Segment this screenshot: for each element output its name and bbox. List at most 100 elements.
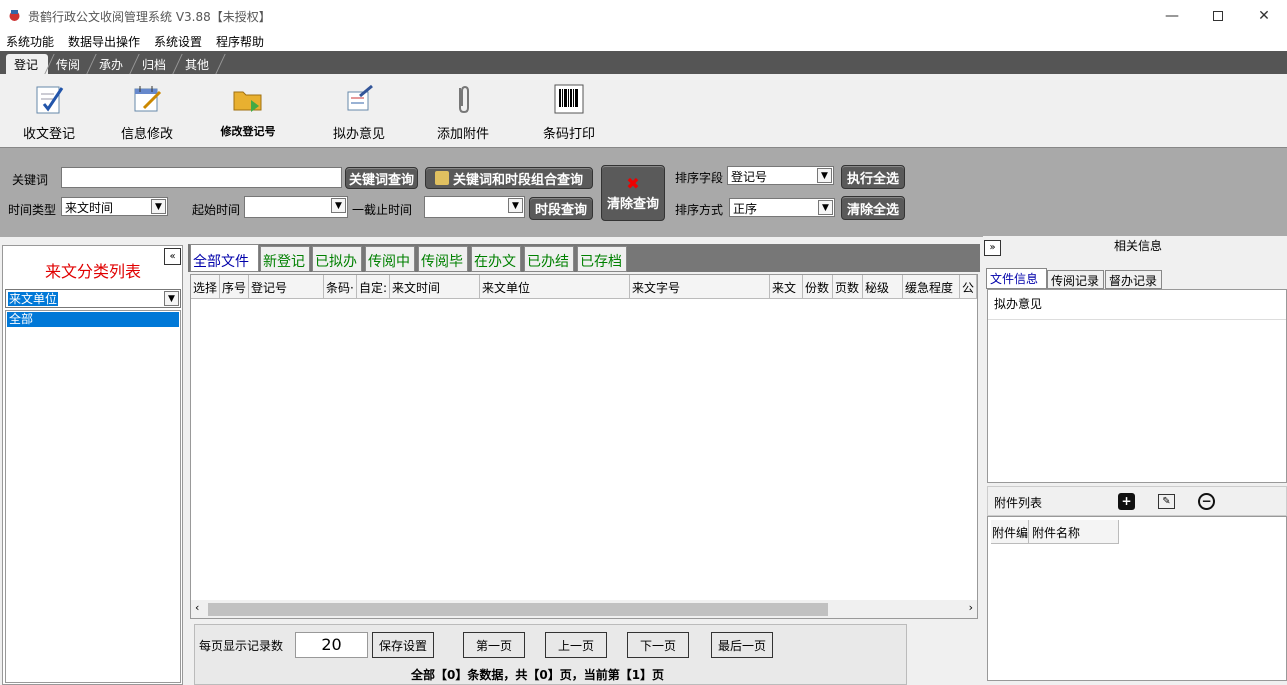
modify-register-no-button[interactable]: 修改登记号: [214, 82, 282, 139]
tab-handle[interactable]: 承办: [91, 54, 133, 74]
col-urgency[interactable]: 缓急程度: [903, 275, 960, 299]
time-type-label: 时间类型: [8, 203, 57, 217]
tab-circulation-record[interactable]: 传阅记录: [1047, 270, 1104, 289]
category-panel: 来文分类列表 « 来文单位 ▼ 全部: [2, 245, 183, 685]
page-status: 全部【0】条数据，共【0】页，当前第【1】页: [411, 668, 665, 682]
col-sender[interactable]: 来文单位: [480, 275, 630, 299]
horizontal-scrollbar[interactable]: ‹ ›: [191, 600, 977, 618]
combo-search-button[interactable]: 关键词和时段组合查询: [425, 167, 593, 189]
related-info-title: 相关信息: [1114, 239, 1163, 253]
edit-icon[interactable]: ✎: [1158, 494, 1175, 509]
scroll-right-icon[interactable]: ›: [969, 601, 973, 614]
col-receive[interactable]: 来文: [770, 275, 803, 299]
next-page-button[interactable]: 下一页: [627, 632, 689, 658]
per-page-label: 每页显示记录数: [199, 639, 284, 653]
receive-register-button[interactable]: 收文登记: [18, 82, 80, 142]
col-pages[interactable]: 页数: [833, 275, 863, 299]
calendar-edit-icon: [134, 86, 162, 112]
col-doc-no[interactable]: 来文字号: [630, 275, 770, 299]
tab-drafted[interactable]: 已拟办: [312, 246, 362, 272]
col-register-no[interactable]: 登记号: [249, 275, 324, 299]
tab-circulate[interactable]: 传阅: [48, 54, 90, 74]
menu-export[interactable]: 数据导出操作: [68, 33, 140, 50]
tab-supervision-record[interactable]: 督办记录: [1105, 270, 1162, 289]
menu-bar: 系统功能 数据导出操作 系统设置 程序帮助: [0, 31, 1287, 51]
barcode-print-label: 条码打印: [542, 127, 595, 142]
tab-register[interactable]: 登记: [6, 54, 48, 74]
close-button[interactable]: ✕: [1241, 0, 1287, 31]
maximize-button[interactable]: [1195, 0, 1241, 31]
tab-circulated[interactable]: 传阅毕: [418, 246, 468, 272]
grid-header: 选择 序号 登记号 条码· 自定: 来文时间 来文单位 来文字号 来文 份数 页…: [191, 275, 977, 299]
sort-field-select[interactable]: 登记号 ▼: [727, 166, 834, 185]
scroll-left-icon[interactable]: ‹: [195, 601, 199, 614]
draft-opinion-label: 拟办意见: [332, 127, 385, 142]
col-barcode[interactable]: 条码·: [324, 275, 357, 299]
menu-settings[interactable]: 系统设置: [154, 33, 202, 50]
tab-other[interactable]: 其他: [177, 54, 219, 74]
category-type-select[interactable]: 来文单位 ▼: [5, 289, 181, 308]
collapse-left-button[interactable]: «: [164, 248, 181, 265]
category-title: 来文分类列表: [45, 262, 142, 281]
tab-file-info[interactable]: 文件信息: [986, 268, 1047, 289]
per-page-input[interactable]: 20: [295, 632, 368, 658]
tab-all-files[interactable]: 全部文件: [190, 244, 259, 272]
file-tab-bar: 全部文件 新登记 已拟办 传阅中 传阅毕 在办文 已办结 已存档: [188, 244, 980, 272]
clear-all-button[interactable]: 清除全选: [841, 196, 905, 220]
scrollbar-thumb[interactable]: [208, 603, 828, 616]
barcode-print-button[interactable]: 条码打印: [538, 82, 600, 142]
col-index[interactable]: 序号: [220, 275, 249, 299]
folder-arrow-icon: [233, 91, 262, 112]
tab-circulating[interactable]: 传阅中: [365, 246, 415, 272]
col-copies[interactable]: 份数: [803, 275, 833, 299]
window-title: 贵鹤行政公文收阅管理系统 V3.88【未授权】: [28, 10, 271, 24]
col-custom[interactable]: 自定:: [357, 275, 390, 299]
ribbon-tab-bar: 登记 传阅 承办 归档 其他: [0, 51, 1287, 74]
tab-in-process[interactable]: 在办文: [471, 246, 521, 272]
first-page-button[interactable]: 第一页: [463, 632, 525, 658]
col-secret-level[interactable]: 秘级: [863, 275, 903, 299]
related-info-panel: » 相关信息 文件信息 传阅记录 督办记录 拟办意见 附件列表 + ✎ − 附件…: [983, 236, 1287, 685]
add-attachment-button[interactable]: 添加附件: [432, 82, 494, 142]
sort-order-select[interactable]: 正序 ▼: [729, 198, 835, 217]
col-attach-no[interactable]: 附件编: [991, 520, 1029, 544]
keyword-input[interactable]: [61, 167, 342, 188]
draft-opinion-button[interactable]: 拟办意见: [328, 82, 390, 142]
clear-query-button[interactable]: ✖ 清除查询: [601, 165, 665, 221]
col-attach-name[interactable]: 附件名称: [1029, 520, 1119, 544]
chevron-down-icon: ▼: [817, 168, 832, 183]
barcode-icon: [554, 84, 584, 114]
tab-archived[interactable]: 已存档: [577, 246, 627, 272]
last-page-button[interactable]: 最后一页: [711, 632, 773, 658]
select-all-button[interactable]: 执行全选: [841, 165, 905, 189]
prev-page-button[interactable]: 上一页: [545, 632, 607, 658]
start-time-picker[interactable]: ▼: [244, 196, 348, 218]
end-time-picker[interactable]: ▼: [424, 196, 525, 218]
menu-system[interactable]: 系统功能: [6, 33, 54, 50]
period-search-button[interactable]: 时段查询: [529, 197, 593, 220]
chevron-down-icon: ▼: [164, 291, 179, 306]
tab-archive[interactable]: 归档: [134, 54, 176, 74]
menu-help[interactable]: 程序帮助: [216, 33, 264, 50]
search-db-icon: [434, 171, 449, 185]
minimize-button[interactable]: —: [1149, 0, 1195, 31]
col-public[interactable]: 公: [960, 275, 977, 299]
time-type-select[interactable]: 来文时间 ▼: [61, 197, 168, 216]
save-settings-button[interactable]: 保存设置: [372, 632, 434, 658]
col-select[interactable]: 选择: [191, 275, 220, 299]
chevron-down-icon: ▼: [818, 200, 833, 215]
list-item[interactable]: 全部: [7, 312, 179, 327]
keyword-search-button[interactable]: 关键词查询: [345, 167, 418, 189]
close-icon: ✕: [1258, 7, 1270, 24]
col-receive-time[interactable]: 来文时间: [390, 275, 480, 299]
end-time-label: 一截止时间: [352, 203, 413, 217]
expand-right-button[interactable]: »: [984, 240, 1001, 256]
tab-completed[interactable]: 已办结: [524, 246, 574, 272]
info-edit-button[interactable]: 信息修改: [116, 82, 178, 142]
paperclip-icon: [459, 85, 469, 114]
add-icon[interactable]: +: [1118, 493, 1135, 510]
remove-icon[interactable]: −: [1198, 493, 1215, 510]
search-panel: 关键词 关键词查询 关键词和时段组合查询 ✖ 清除查询 排序字段 登记号 ▼ 执…: [0, 147, 1287, 237]
clear-query-label: 清除查询: [606, 196, 659, 212]
tab-new-register[interactable]: 新登记: [260, 246, 310, 272]
